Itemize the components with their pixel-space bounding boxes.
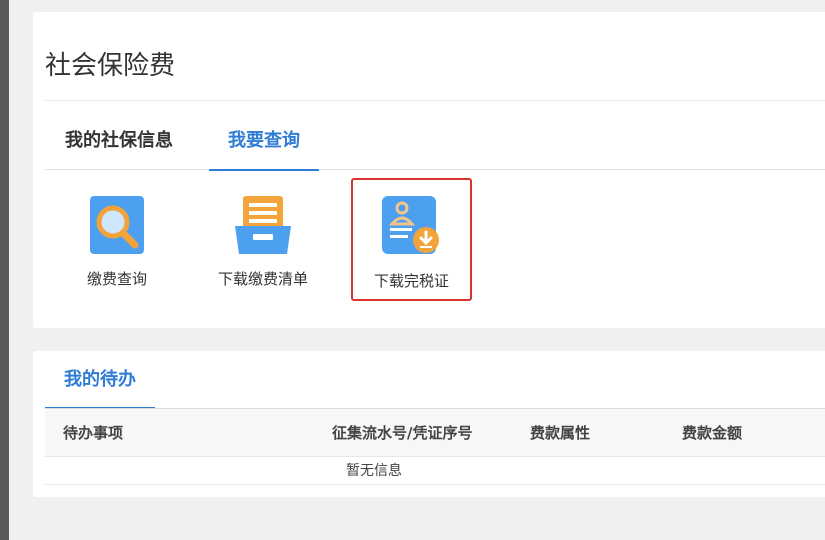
tray-list-icon — [231, 194, 295, 260]
search-icon — [88, 194, 146, 260]
empty-state-row: 暂无信息 — [45, 457, 825, 485]
shortcut-label: 缴费查询 — [86, 270, 147, 288]
tab-my-social-insurance-info[interactable]: 我的社保信息 — [45, 120, 193, 170]
payment-query-shortcut[interactable]: 缴费查询 — [57, 180, 177, 300]
certificate-download-icon — [380, 194, 444, 262]
tab-bar: 我的社保信息 我要查询 — [45, 120, 825, 171]
download-payment-list-shortcut[interactable]: 下载缴费清单 — [203, 180, 323, 300]
shortcut-label: 下载缴费清单 — [217, 270, 308, 288]
shortcut-label: 下载完税证 — [373, 272, 449, 290]
column-header-serial-number: 征集流水号/凭证序号 — [332, 424, 473, 442]
page-title: 社会保险费 — [45, 51, 176, 81]
column-header-fee-amount: 费款金额 — [682, 424, 743, 442]
tab-my-todo[interactable]: 我的待办 — [45, 351, 155, 409]
title-divider — [45, 100, 825, 101]
social-insurance-card: 社会保险费 我的社保信息 我要查询 缴费查询 下载缴费清单 下载完税证 — [33, 12, 825, 328]
tab-query[interactable]: 我要查询 — [209, 120, 319, 171]
column-header-todo-item: 待办事项 — [63, 424, 124, 442]
todo-table-header: 待办事项 征集流水号/凭证序号 费款属性 费款金额 — [45, 409, 825, 457]
download-tax-certificate-shortcut[interactable]: 下载完税证 — [351, 178, 472, 301]
left-scrollbar-edge — [0, 0, 9, 540]
my-todo-card: 我的待办 待办事项 征集流水号/凭证序号 费款属性 费款金额 暂无信息 — [33, 351, 825, 497]
column-header-fee-attribute: 费款属性 — [530, 424, 591, 442]
